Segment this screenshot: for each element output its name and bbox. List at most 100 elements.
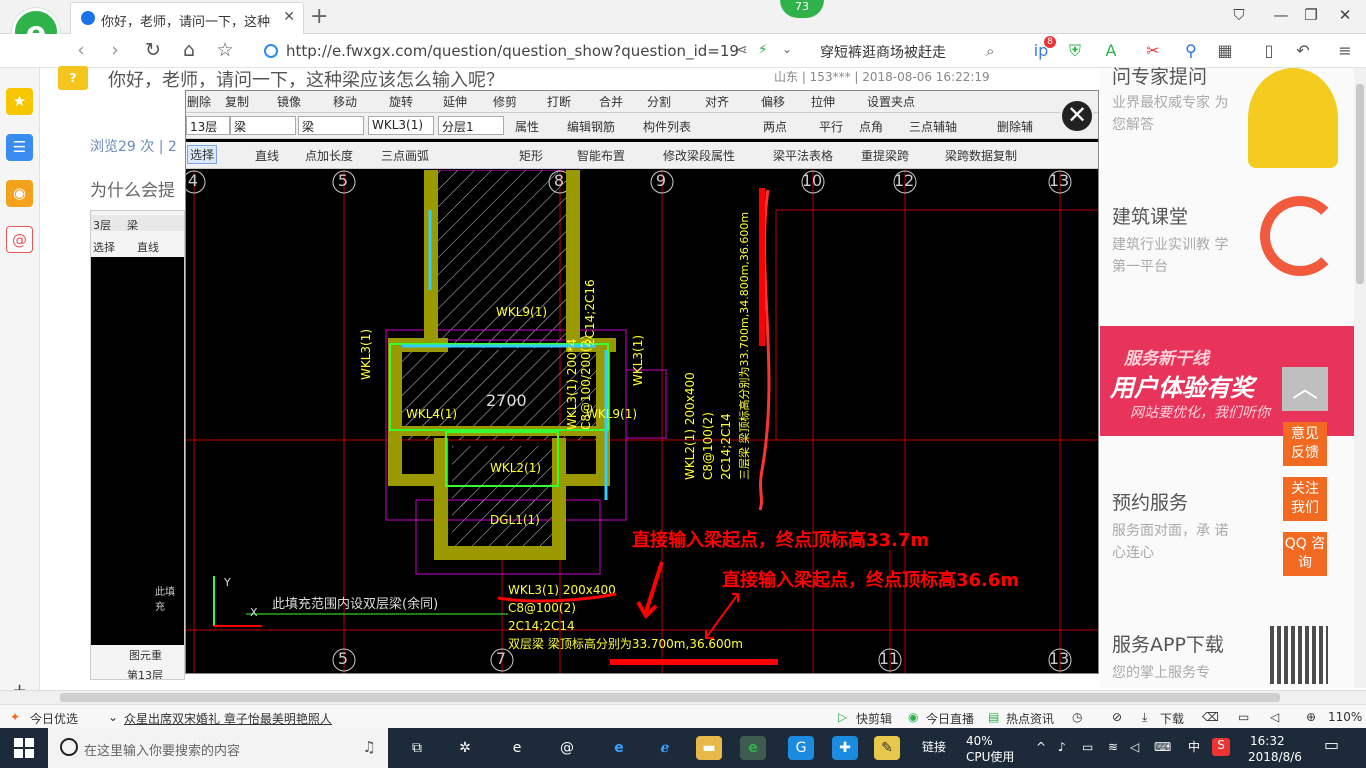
- browser-tab[interactable]: 你好，老师，请问一下，这种梁应该怎么输入呢？ ✕: [70, 2, 304, 34]
- clock-date[interactable]: 2018/8/6: [1248, 750, 1302, 764]
- clean-icon[interactable]: ⌫: [1202, 710, 1219, 724]
- cad-tool-8[interactable]: 合并: [599, 93, 623, 110]
- mic-icon[interactable]: ♫: [363, 738, 376, 756]
- cad-draw-btn-4[interactable]: 矩形: [519, 147, 543, 164]
- search-input[interactable]: 穿短裤逛商场被赶走: [820, 42, 946, 62]
- edge-icon[interactable]: e: [504, 736, 530, 760]
- sogou-icon[interactable]: S: [1212, 738, 1230, 756]
- cad-comp-btn-7[interactable]: 删除辅: [997, 118, 1033, 135]
- volume-icon[interactable]: ◁: [1270, 710, 1279, 724]
- cad-tool-6[interactable]: 修剪: [493, 93, 517, 110]
- today-live[interactable]: 今日直播: [926, 710, 974, 727]
- minimize-icon[interactable]: —: [1266, 6, 1296, 24]
- feedback-button[interactable]: 意见 反馈: [1283, 422, 1327, 466]
- cad-tool-4[interactable]: 旋转: [389, 93, 413, 110]
- cad-tool-1[interactable]: 复制: [225, 93, 249, 110]
- page-scrollbar[interactable]: [1354, 68, 1366, 688]
- clock-time[interactable]: 16:32: [1250, 734, 1285, 748]
- speed-icon[interactable]: ⚡: [758, 42, 768, 58]
- action-center-icon[interactable]: ▭: [1324, 737, 1339, 753]
- cad-tool-12[interactable]: 拉伸: [811, 93, 835, 110]
- task-view-icon[interactable]: ⧉: [404, 736, 430, 760]
- cad-draw-btn-1[interactable]: 直线: [255, 147, 279, 164]
- swirl-icon[interactable]: @: [554, 736, 580, 760]
- magnifier-icon[interactable]: ⚲: [1180, 40, 1202, 62]
- battery-icon[interactable]: ▭: [1082, 740, 1093, 754]
- cad-tool-7[interactable]: 打断: [547, 93, 571, 110]
- close-window-icon[interactable]: ✕: [1330, 6, 1360, 24]
- cad-comp-btn-2[interactable]: 构件列表: [643, 118, 691, 135]
- news-link[interactable]: 众星出席双宋婚礼 章子怡最美明艳照人: [124, 710, 332, 727]
- quick-edit[interactable]: 快剪辑: [856, 710, 892, 727]
- forward-icon[interactable]: ›: [102, 39, 128, 61]
- cad-draw-btn-8[interactable]: 重提梁跨: [861, 147, 909, 164]
- classroom-title[interactable]: 建筑课堂: [1112, 202, 1188, 229]
- cad-draw-btn-9[interactable]: 梁跨数据复制: [945, 147, 1017, 164]
- speed-dial-icon[interactable]: ◷: [1072, 710, 1082, 724]
- cad-tool-10[interactable]: 对齐: [705, 93, 729, 110]
- booking-title[interactable]: 预约服务: [1112, 488, 1188, 515]
- menu-icon[interactable]: ≡: [1334, 40, 1356, 62]
- cad-draw-btn-7[interactable]: 梁平法表格: [773, 147, 833, 164]
- start-button[interactable]: [14, 738, 34, 758]
- cad-tool-9[interactable]: 分割: [647, 93, 671, 110]
- cad-tool-11[interactable]: 偏移: [761, 93, 785, 110]
- cad-draw-btn-5[interactable]: 智能布置: [577, 147, 625, 164]
- cad-comp-btn-1[interactable]: 编辑钢筋: [567, 118, 615, 135]
- list-icon[interactable]: ☰: [6, 134, 33, 161]
- cross-app-icon[interactable]: ✚: [832, 736, 858, 760]
- ie-icon[interactable]: ℯ: [652, 736, 678, 760]
- skin-icon[interactable]: ⛉: [1224, 6, 1254, 24]
- cad-draw-btn-2[interactable]: 点加长度: [305, 147, 353, 164]
- scrollbar-thumb[interactable]: [1356, 84, 1364, 284]
- hot-news[interactable]: 热点资讯: [1006, 710, 1054, 727]
- today-pick[interactable]: 今日优选: [30, 710, 78, 727]
- link-label[interactable]: 链接: [922, 740, 946, 754]
- url-input[interactable]: http://e.fwxgx.com/question/question_sho…: [286, 42, 739, 60]
- pinwheel-icon[interactable]: ✲: [452, 736, 478, 760]
- cad-tool-0[interactable]: 删除: [187, 93, 211, 110]
- tab-close-icon[interactable]: ✕: [283, 9, 295, 25]
- bookmark-star-icon[interactable]: ☆: [212, 39, 238, 61]
- home-icon[interactable]: ⌂: [176, 39, 202, 61]
- speaker-icon[interactable]: ◁: [1130, 740, 1139, 754]
- qq-button[interactable]: QQ 咨询: [1283, 532, 1327, 576]
- shield-icon[interactable]: ⛨: [1064, 40, 1086, 62]
- cad-draw-btn-3[interactable]: 三点画弧: [381, 147, 429, 164]
- weibo-icon[interactable]: ◉: [6, 180, 33, 207]
- phone-icon[interactable]: ▯: [1258, 40, 1280, 62]
- notes-icon[interactable]: ✎: [874, 736, 900, 760]
- translate-icon[interactable]: A: [1100, 40, 1122, 62]
- search-icon[interactable]: ⌕: [986, 42, 994, 60]
- download-link[interactable]: 下载: [1160, 710, 1184, 727]
- cad-tool-2[interactable]: 镜像: [277, 93, 301, 110]
- grid-icon[interactable]: ▦: [1214, 40, 1236, 62]
- ime-label[interactable]: 中: [1188, 740, 1200, 754]
- cad-comp-btn-6[interactable]: 三点辅轴: [909, 118, 957, 135]
- cad-comp-btn-4[interactable]: 平行: [819, 118, 843, 135]
- cad-tool-5[interactable]: 延伸: [443, 93, 467, 110]
- cad-draw-btn-6[interactable]: 修改梁段属性: [663, 147, 735, 164]
- back-to-top-button[interactable]: ︿: [1282, 367, 1328, 411]
- restore-icon[interactable]: ❐: [1296, 6, 1326, 24]
- horizontal-scrollbar[interactable]: [0, 690, 1366, 704]
- undo-icon[interactable]: ↶: [1292, 40, 1314, 62]
- follow-button[interactable]: 关注 我们: [1283, 477, 1327, 521]
- favorites-star-icon[interactable]: ★: [6, 88, 33, 115]
- block-icon[interactable]: ⊘: [1112, 710, 1122, 724]
- edge-browser-icon[interactable]: e: [606, 736, 632, 760]
- dropdown-icon[interactable]: ⌄: [782, 42, 792, 56]
- bell-icon[interactable]: ♪: [1058, 740, 1066, 754]
- share-icon[interactable]: ⋖: [736, 42, 748, 58]
- 360-browser-icon[interactable]: e: [740, 736, 766, 760]
- zoom-icon[interactable]: ⊕: [1306, 710, 1316, 724]
- folder-icon[interactable]: ▬: [696, 736, 722, 760]
- keyboard-icon[interactable]: ⌨: [1154, 740, 1171, 754]
- cad-tool-13[interactable]: 设置夹点: [867, 93, 915, 110]
- cad-draw-btn-0[interactable]: 选择: [187, 145, 218, 164]
- g-app-icon[interactable]: G: [788, 736, 814, 760]
- tray-arrow-icon[interactable]: ^: [1036, 740, 1046, 754]
- cad-comp-btn-0[interactable]: 属性: [515, 118, 539, 135]
- wifi-icon[interactable]: ≋: [1108, 740, 1118, 754]
- app-download-title[interactable]: 服务APP下载: [1112, 630, 1224, 657]
